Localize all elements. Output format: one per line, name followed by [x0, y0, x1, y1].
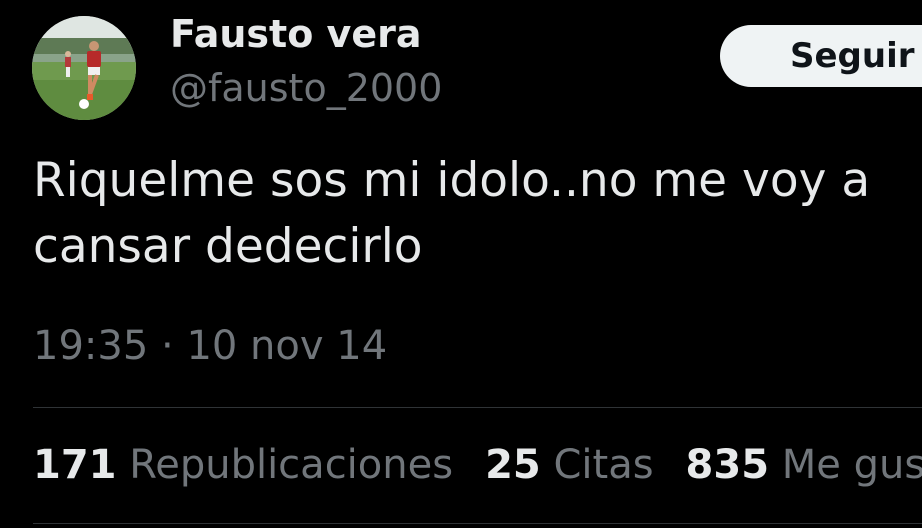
engagement-stats: 171 Republicaciones 25 Citas 835 Me gusta: [33, 442, 922, 488]
username-handle[interactable]: @fausto_2000: [170, 66, 442, 110]
avatar-photo: [32, 16, 136, 120]
likes-label: Me gusta: [781, 442, 922, 488]
tweet-timestamp[interactable]: 19:35 · 10 nov 14: [33, 323, 387, 369]
display-name[interactable]: Fausto vera: [170, 12, 421, 56]
likes-stat[interactable]: 835 Me gusta: [686, 442, 922, 488]
tweet-text: Riquelme sos mi idolo..no me voy a cansa…: [33, 148, 922, 280]
reposts-count: 171: [33, 442, 117, 488]
quotes-label: Citas: [553, 442, 654, 488]
divider: [33, 407, 922, 408]
tweet-time[interactable]: 19:35: [33, 323, 148, 369]
follow-button[interactable]: Seguir: [720, 25, 922, 87]
tweet-text-line: Riquelme sos mi idolo..no me voy a: [33, 153, 871, 208]
meta-separator: ·: [161, 323, 174, 369]
divider: [33, 523, 922, 524]
quotes-count: 25: [485, 442, 541, 488]
tweet-date[interactable]: 10 nov 14: [186, 323, 387, 369]
quotes-stat[interactable]: 25 Citas: [485, 442, 653, 488]
reposts-stat[interactable]: 171 Republicaciones: [33, 442, 453, 488]
avatar[interactable]: [32, 16, 136, 120]
tweet-text-line: cansar dedecirlo: [33, 219, 423, 274]
reposts-label: Republicaciones: [129, 442, 454, 488]
likes-count: 835: [685, 442, 770, 488]
